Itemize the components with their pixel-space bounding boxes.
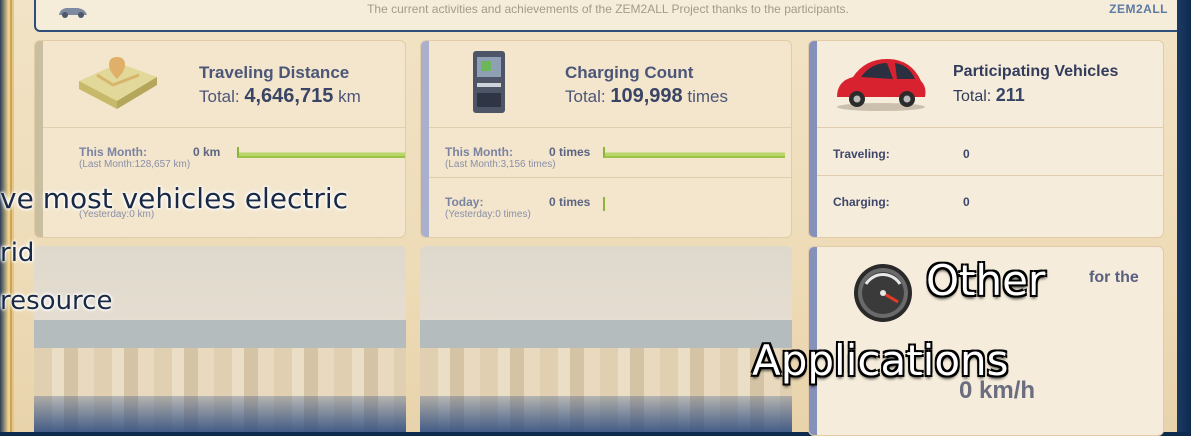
vehicles-traveling-value: 0 — [963, 147, 970, 161]
charging-last-month: (Last Month:3,156 times) — [445, 159, 556, 170]
charging-yesterday: (Yesterday:0 times) — [445, 209, 531, 220]
header-band: The current activities and achievements … — [34, 0, 1182, 32]
distance-title: Traveling Distance — [199, 63, 350, 82]
slide-overlay-line-3: resource — [0, 286, 113, 316]
distance-last-month: (Last Month:128,657 km) — [79, 159, 191, 170]
distance-total-prefix: Total: — [199, 87, 245, 106]
distance-total-unit: km — [333, 87, 361, 106]
left-strip-line — [10, 0, 12, 432]
charging-station-icon — [473, 51, 505, 113]
charging-total-prefix: Total: — [565, 87, 611, 106]
left-strip — [0, 0, 14, 432]
speedometer-icon — [854, 264, 912, 322]
vehicles-traveling-label: Traveling: — [833, 147, 890, 161]
charging-today-value: 0 times — [549, 195, 591, 209]
charging-divider-2 — [429, 177, 791, 178]
city-photo-right — [420, 246, 792, 432]
distance-this-month-value: 0 km — [193, 145, 221, 159]
charging-this-month-value: 0 times — [549, 145, 591, 159]
charging-today-bar — [603, 197, 607, 211]
distance-this-month-bar — [237, 147, 405, 158]
distance-divider — [43, 127, 405, 128]
charging-this-month-label: This Month: — [445, 145, 513, 159]
charging-today-label: Today: — [445, 195, 484, 209]
distance-total-value: 4,646,715 — [244, 85, 334, 107]
electric-car-icon — [837, 59, 926, 111]
vehicles-charging-label: Charging: — [833, 195, 890, 209]
vehicles-total: Total: 211 — [953, 85, 1025, 106]
vehicles-divider-2 — [817, 175, 1163, 176]
panel-accent — [421, 41, 429, 237]
vehicles-total-value: 211 — [995, 85, 1025, 105]
other-applications-label-line-2: Applications — [752, 336, 1009, 385]
participating-vehicles-panel: Participating Vehicles Total: 211 Travel… — [808, 40, 1164, 238]
brand-logo[interactable]: ZEM2ALL — [1109, 2, 1168, 16]
map-icon — [79, 57, 157, 109]
charging-total-unit: times — [682, 87, 728, 106]
speed-title-partial: for the — [1089, 269, 1139, 286]
charging-divider — [429, 127, 791, 128]
right-strip — [1177, 0, 1191, 432]
distance-this-month-label: This Month: — [79, 145, 147, 159]
city-photo-left — [34, 246, 406, 432]
charging-total-value: 109,998 — [610, 85, 683, 107]
charging-count-panel: Charging Count Total: 109,998 times This… — [420, 40, 792, 238]
vehicles-divider — [817, 127, 1163, 128]
charging-title: Charging Count — [565, 63, 694, 82]
photo-bottom — [420, 396, 792, 432]
slide-overlay-line-1: ve most vehicles electric — [0, 182, 349, 215]
vehicles-charging-value: 0 — [963, 195, 970, 209]
vehicles-total-prefix: Total: — [953, 88, 996, 105]
charging-total: Total: 109,998 times — [565, 85, 728, 108]
distance-total: Total: 4,646,715 km — [199, 85, 361, 108]
header-subtitle: The current activities and achievements … — [367, 2, 849, 16]
slide-overlay-line-2: rid — [0, 238, 35, 268]
dashboard-page: The current activities and achievements … — [0, 0, 1182, 436]
charging-this-month-bar — [603, 147, 785, 158]
vehicles-title: Participating Vehicles — [953, 63, 1119, 80]
other-applications-label-line-1: Other — [926, 256, 1046, 305]
panel-accent — [809, 41, 817, 237]
photo-bottom — [34, 396, 406, 432]
